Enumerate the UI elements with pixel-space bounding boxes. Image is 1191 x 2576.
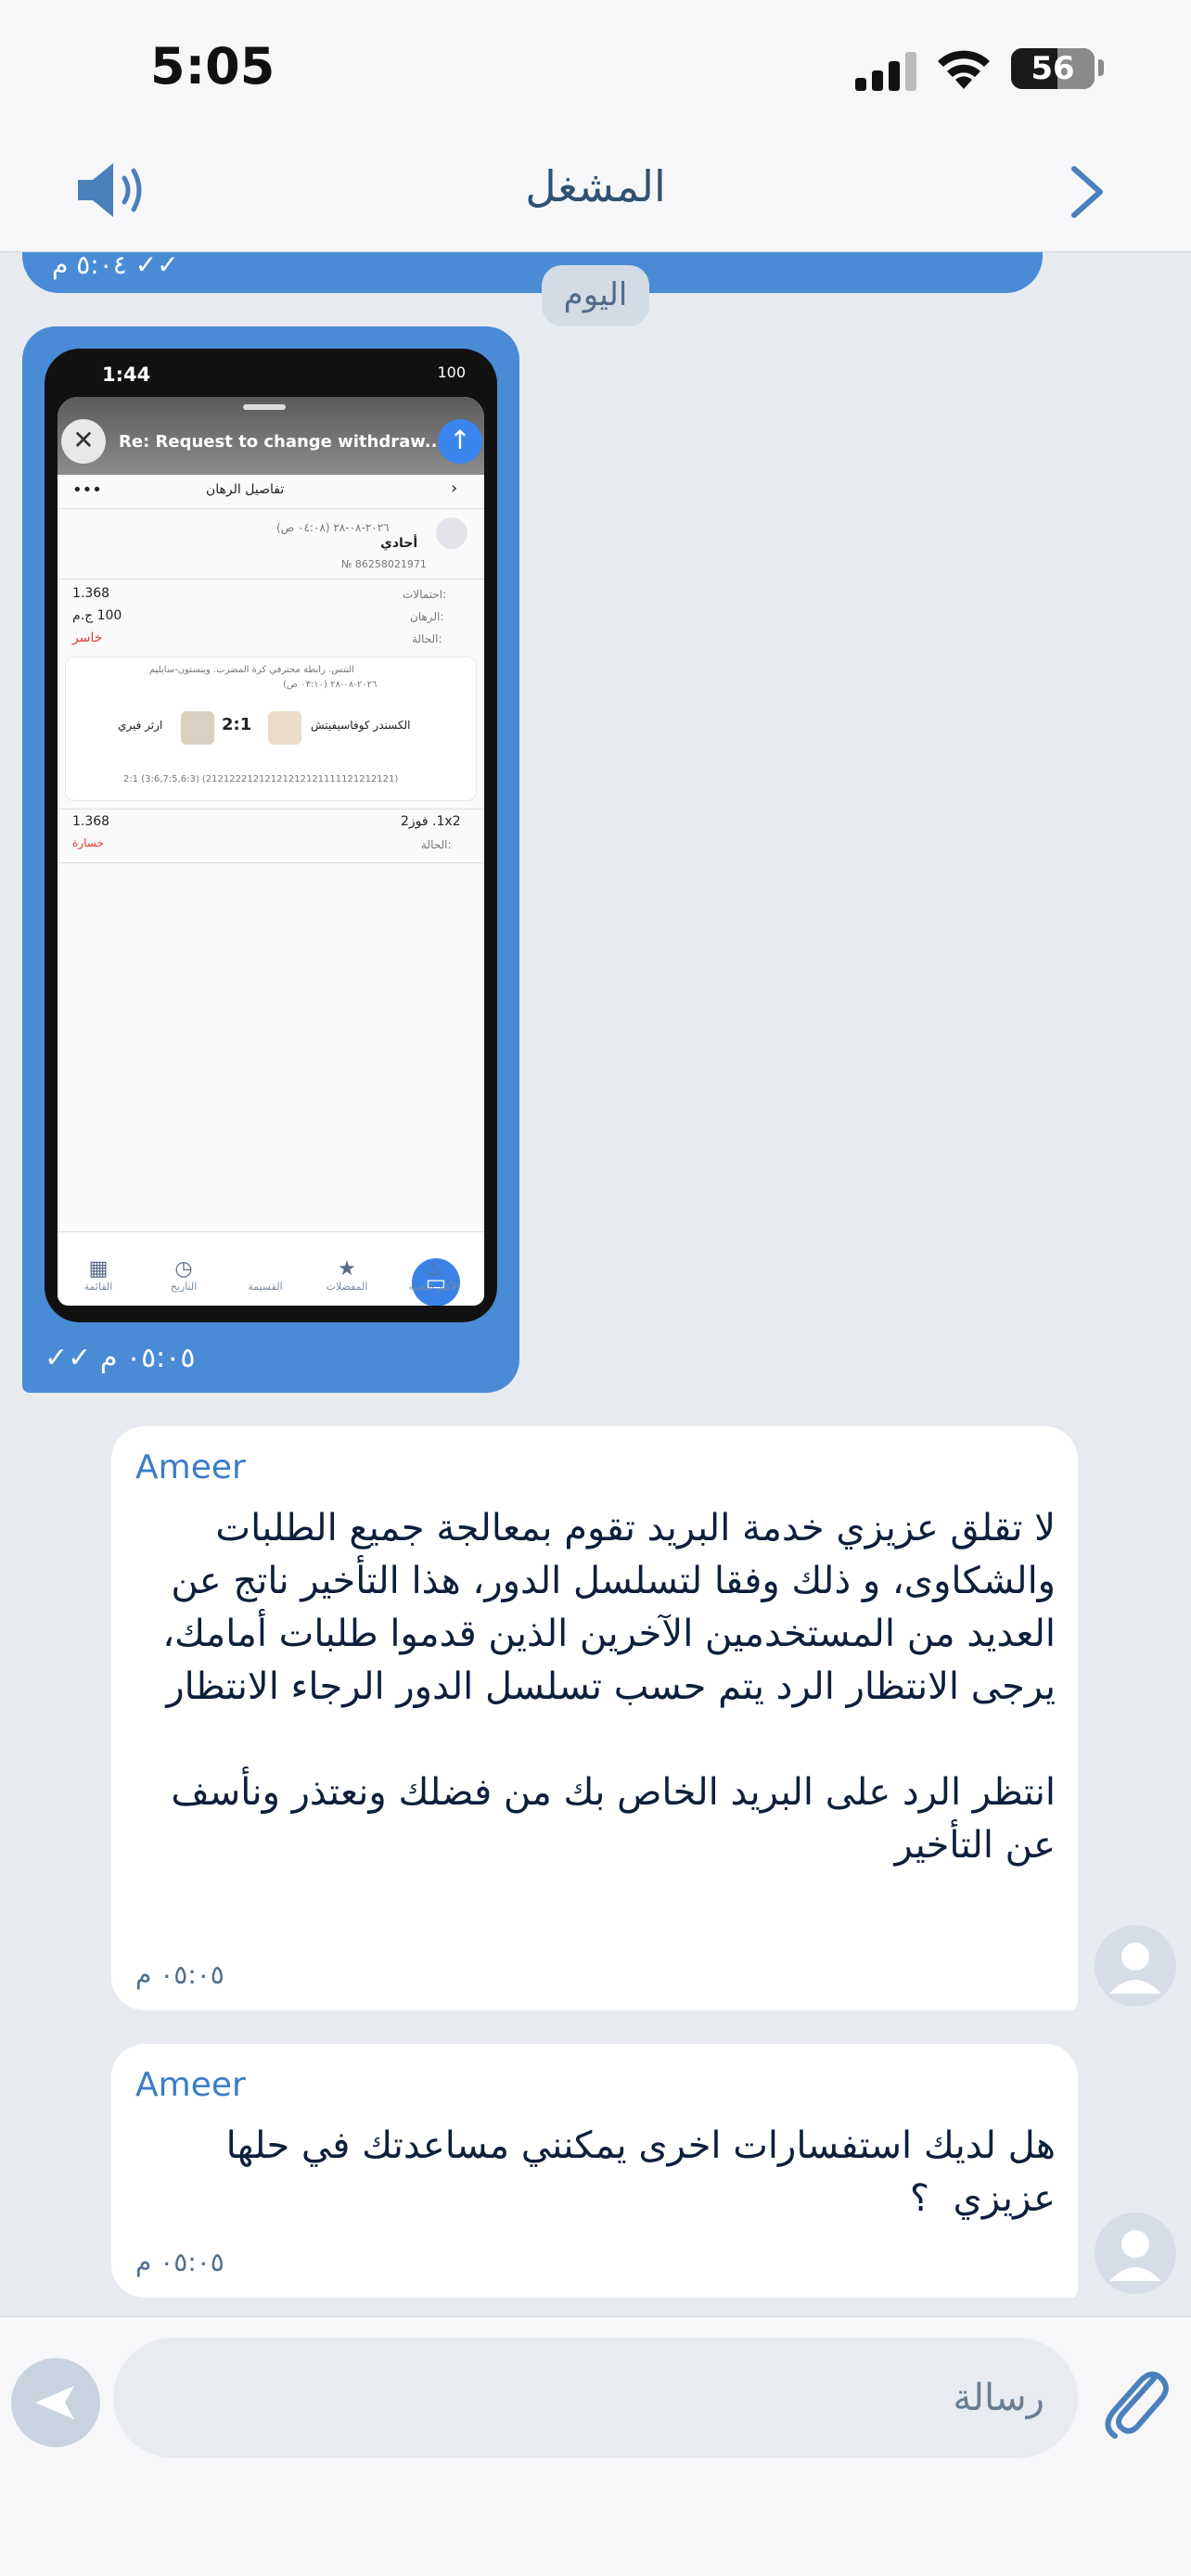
message-time: ٠٥:٠٥ م [135,1959,224,1990]
paperclip-icon[interactable] [1100,2362,1169,2440]
player-away-avatar [181,711,214,745]
bet-details-title: تفاصيل الرهان [206,482,285,497]
tab-favorites: ★ المفضلات [310,1257,384,1293]
attached-screenshot[interactable]: 1:44 100 ✕ Re: Request to change withdra… [45,349,497,1322]
mail-subject: Re: Request to change withdraw... [119,432,444,452]
send-icon [35,2386,74,2419]
message-text: لا تقلق عزيزي خدمة البريد تقوم بمعالجة ج… [162,1507,1056,1867]
cellular-signal-icon [855,52,916,91]
tab-label: التاريخ [170,1281,198,1293]
divider [58,809,484,810]
divider [58,508,484,509]
previous-message-meta: ٥:٠٤ م ✓✓ [52,249,179,280]
date-divider: اليوم [542,265,649,326]
league-name: التنس. رابطة محترفي كرة المضرب. وينستون-… [149,665,354,675]
odds-label: احتمالات: [403,588,447,601]
tab-popular: ♨ الأكثر شعبية [397,1257,471,1293]
message-sender[interactable]: Ameer [135,2066,246,2104]
divider [58,862,484,863]
arrow-up-icon: ↑ [438,419,482,464]
ball-icon [436,517,467,549]
avatar[interactable] [1095,2213,1176,2294]
tab-menu: ▦ القائمة [61,1257,135,1293]
tab-label: المفضلات [326,1281,368,1293]
battery-level: 56 [1031,50,1075,87]
divider [58,579,484,580]
clock-icon: ◷ [174,1257,193,1281]
bet-type: أحادي [380,536,418,551]
person-icon [1109,1943,1161,1994]
pick-name: 1x2. فوز2 [401,814,461,829]
message-text: هل لديك استفسارات اخرى يمكنني مساعدتك في… [213,2124,1056,2220]
match-score: 2:1 [222,715,252,734]
avatar[interactable] [1095,1925,1176,2007]
status-value: خاسر [72,631,103,645]
pick-odds: 1.368 [72,814,110,829]
message-time: ٠٥:٠٥ م [99,1342,196,1374]
chevron-right-icon[interactable] [1067,163,1109,221]
status-label: الحالة: [412,632,442,645]
tab-label: القسيمة [248,1281,283,1293]
message-sender[interactable]: Ameer [135,1448,246,1486]
chat-title: المشغل [525,161,666,211]
person-icon [1109,2230,1161,2281]
chevron-icon: › [451,478,458,498]
top-bar: 5:05 56 المشغل [0,0,1191,252]
bet-date: ٢٠٢٦-٠٨-٢٨ (٠٤:٠٨ ص) [276,521,390,534]
player-away: ارثر فيري [118,719,163,732]
odds-value: 1.368 [72,586,110,601]
player-home: الكسندر كوفاسيفيتش [311,719,411,732]
grid-icon: ▦ [88,1257,109,1281]
screenshot-mail-header: ✕ Re: Request to change withdraw... ↑ [58,397,484,475]
event-date: ٢٠٢٦-٠٨-٢٨ (٠٣:١٠ ص) [283,680,378,690]
event-card: التنس. رابطة محترفي كرة المضرب. وينستون-… [65,657,477,801]
pick-status-value: خسارة [72,836,104,849]
stake-label: الرهان: [410,610,444,623]
star-icon: ★ [338,1257,356,1281]
screenshot-tab-bar: ▦ القائمة ◷ التاريخ ▭ القسيمة ★ المفضلات ♨ ال… [58,1231,484,1306]
more-icon: ••• [72,480,102,500]
status-time: 5:05 [150,37,275,96]
screenshot-battery: 100 [437,363,466,381]
player-home-avatar [268,711,301,745]
tab-label: القائمة [83,1281,113,1293]
screenshot-status-time: 1:44 [102,363,151,386]
stake-value: 100 ج.م [72,608,122,623]
bet-number: № 86258021971 [341,558,427,570]
message-input[interactable] [113,2338,1078,2458]
screenshot-screen: ✕ Re: Request to change withdraw... ↑ ••… [58,397,484,1306]
message-time: ٠٥:٠٥ م [135,2247,224,2277]
tab-coupon: ▭ القسيمة [228,1258,460,1306]
send-button[interactable] [11,2358,100,2447]
tab-label: الأكثر شعبية [408,1281,460,1293]
incoming-message[interactable]: Ameer هل لديك استفسارات اخرى يمكنني مساع… [111,2044,1078,2298]
battery-icon: 56 [1011,48,1095,89]
wifi-icon [938,50,990,89]
image-message-meta: ✓✓ ٠٥:٠٥ م [45,1342,196,1374]
close-icon: ✕ [61,419,106,464]
message-composer [0,2316,1191,2576]
pick-status-label: الحالة: [421,838,452,851]
tab-history: ◷ التاريخ [147,1257,221,1293]
image-message-bubble[interactable]: 1:44 100 ✕ Re: Request to change withdra… [22,326,519,1393]
grabber [243,404,286,410]
double-check-icon: ✓✓ [45,1342,92,1374]
bet-details-card: ••• تفاصيل الرهان › ٢٠٢٦-٠٨-٢٨ (٠٤:٠٨ ص)… [58,475,484,1306]
incoming-message[interactable]: Ameer لا تقلق عزيزي خدمة البريد تقوم بمع… [111,1426,1078,2010]
battery-tip [1098,59,1104,76]
score-detail: 2:1 (3:6,7:5,6:3) (212122212121212121211… [123,774,399,784]
flame-icon: ♨ [425,1257,443,1281]
